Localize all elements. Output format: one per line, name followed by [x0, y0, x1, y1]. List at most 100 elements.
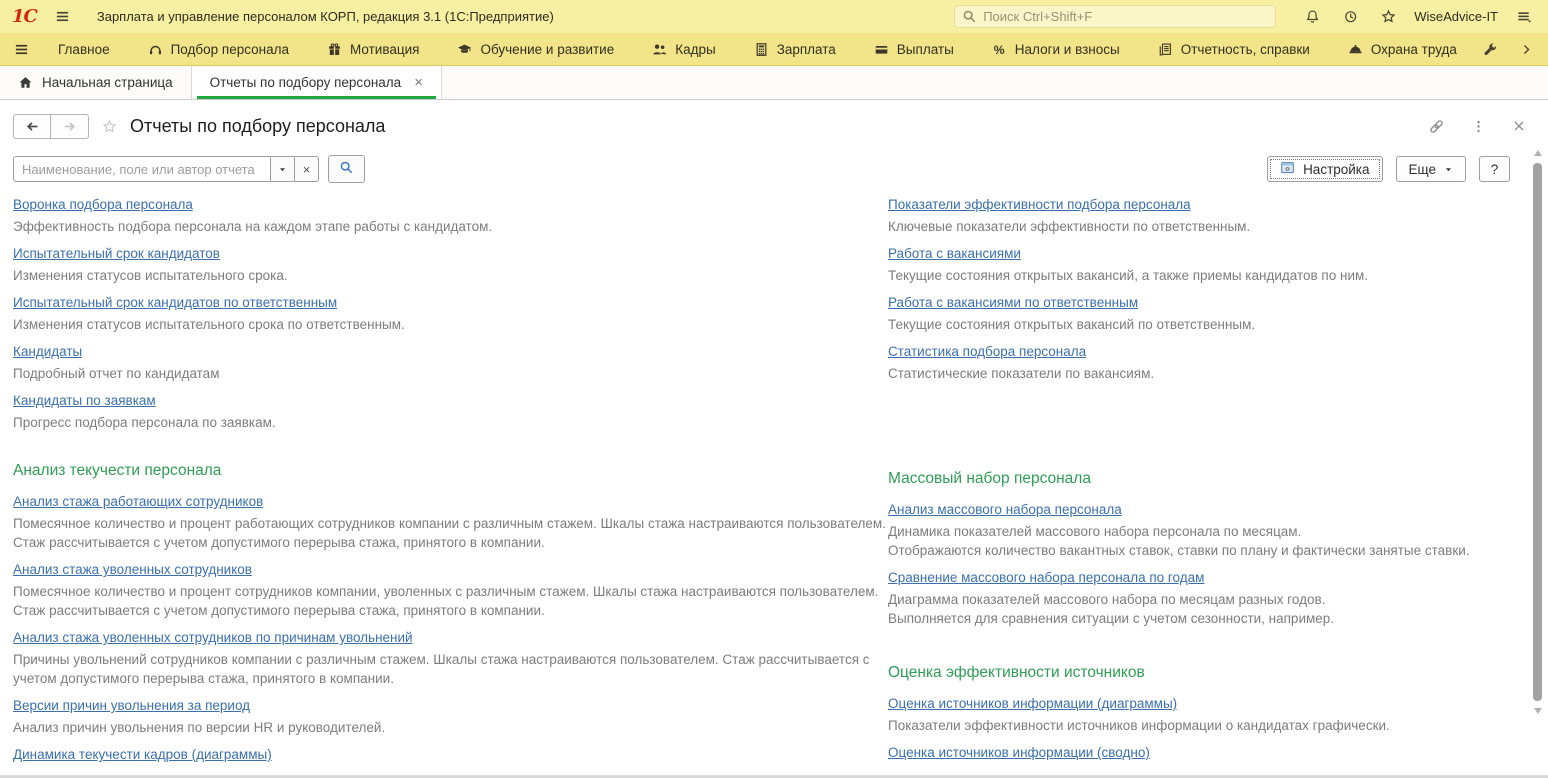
help-button[interactable]: ? — [1479, 156, 1510, 182]
report-item: Показатели эффективности подбора персона… — [888, 195, 1488, 236]
report-link[interactable]: Воронка подбора персонала — [13, 195, 193, 214]
expand-menu-icon[interactable] — [1516, 37, 1536, 61]
tab-label: Начальная страница — [42, 75, 173, 90]
search-icon — [962, 9, 977, 24]
more-actions-icon[interactable] — [1471, 119, 1486, 134]
report-link[interactable]: Кандидаты — [13, 342, 82, 361]
tab[interactable]: Начальная страница — [0, 66, 192, 99]
menubar-item[interactable]: Отчетность, справки — [1139, 33, 1329, 65]
1c-logo: 1С — [12, 5, 38, 27]
search-clear-button[interactable]: × — [295, 156, 319, 182]
menubar-item[interactable]: Главное — [39, 33, 129, 65]
close-icon[interactable] — [1512, 119, 1526, 133]
report-description: Изменения статусов испытательного срока. — [13, 268, 288, 283]
settings-button[interactable]: Настройка — [1267, 156, 1383, 182]
titlebar: 1С Зарплата и управление персоналом КОРП… — [0, 0, 1548, 33]
tabbar: Начальная страница Отчеты по подбору пер… — [0, 66, 1548, 100]
report-link[interactable]: Испытательный срок кандидатов по ответст… — [13, 293, 337, 312]
menubar-item[interactable]: Зарплата — [735, 33, 855, 65]
report-link[interactable]: Работа с вакансиями по ответственным — [888, 293, 1138, 312]
section-header: Анализ текучести персонала — [13, 462, 222, 479]
report-item: Анализ стажа уволенных сотрудников Помес… — [13, 560, 888, 620]
section-header: Оценка эффективности источников — [888, 664, 1145, 681]
menubar-item[interactable]: Выплаты — [855, 33, 973, 65]
menubar-item-label: Отчетность, справки — [1180, 41, 1310, 57]
search-button[interactable] — [328, 155, 365, 183]
main-menu-icon[interactable] — [51, 5, 75, 29]
report-link[interactable]: Сравнение массового набора персонала по … — [888, 568, 1204, 587]
notifications-icon[interactable] — [1300, 5, 1324, 29]
report-item: Версии причин увольнения за период Анали… — [13, 696, 888, 737]
scrollbar-thumb[interactable] — [1533, 163, 1542, 701]
right-column: Показатели эффективности подбора персона… — [888, 195, 1534, 772]
report-panel: Отчеты по подбору персонала × Настройка … — [0, 100, 1548, 762]
global-search[interactable] — [954, 5, 1277, 28]
add-favorite-icon[interactable] — [102, 119, 117, 134]
menubar-item-label: Налоги и взносы — [1014, 41, 1120, 57]
report-description: Подробный отчет по кандидатам — [13, 366, 220, 381]
report-item: Оценка источников информации (диаграммы)… — [888, 694, 1488, 735]
report-item: Испытательный срок кандидатов по ответст… — [13, 293, 888, 334]
vertical-scrollbar — [1533, 150, 1543, 714]
get-link-icon[interactable] — [1428, 118, 1445, 135]
favorites-icon[interactable] — [1376, 5, 1400, 29]
report-search-input[interactable] — [13, 156, 271, 182]
scroll-down-icon[interactable] — [1534, 708, 1542, 714]
report-link[interactable]: Показатели эффективности подбора персона… — [888, 195, 1191, 214]
menubar-item[interactable]: Кадры — [633, 33, 734, 65]
graduation-cap-icon — [457, 42, 472, 57]
people-icon — [652, 42, 667, 57]
menubar-item-label: Обучение и развитие — [480, 41, 615, 57]
page-title: Отчеты по подбору персонала — [130, 115, 386, 136]
report-item: Анализ массового набора персонала Динами… — [888, 500, 1488, 560]
scroll-up-icon[interactable] — [1534, 150, 1542, 156]
menubar-item[interactable]: % Налоги и взносы — [973, 33, 1139, 65]
menubar-item-label: Подбор персонала — [170, 41, 289, 57]
menubar-item-label: Главное — [58, 41, 110, 57]
report-link[interactable]: Испытательный срок кандидатов — [13, 244, 220, 263]
sections-panel-icon[interactable] — [10, 33, 39, 65]
report-link[interactable]: Анализ стажа работающих сотрудников — [13, 492, 263, 511]
report-description: Текущие состояния открытых вакансий по о… — [888, 317, 1256, 332]
report-link[interactable]: Динамика текучести кадров (диаграммы) — [13, 745, 272, 764]
chevron-down-icon — [278, 162, 287, 177]
global-search-input[interactable] — [983, 9, 1269, 24]
section-header: Массовый набор персонала — [888, 470, 1091, 487]
report-item: Сравнение массового набора персонала по … — [888, 568, 1488, 628]
user-label: WiseAdvice-IT — [1414, 9, 1498, 24]
report-item: Анализ стажа уволенных сотрудников по пр… — [13, 628, 888, 688]
menubar-item[interactable]: Обучение и развитие — [438, 33, 633, 65]
back-button[interactable] — [13, 113, 51, 139]
report-item: Кандидаты по заявкам Прогресс подбора пе… — [13, 391, 888, 432]
tab[interactable]: Отчеты по подбору персонала × — [191, 66, 442, 99]
report-link[interactable]: Кандидаты по заявкам — [13, 391, 156, 410]
menubar-item[interactable]: Охрана труда — [1329, 33, 1476, 65]
report-link[interactable]: Анализ стажа уволенных сотрудников по пр… — [13, 628, 413, 647]
tab-close-icon[interactable]: × — [414, 75, 423, 90]
report-item: Работа с вакансиями по ответственным Тек… — [888, 293, 1488, 334]
report-description: Помесячное количество и процент работающ… — [13, 516, 886, 550]
menubar-item[interactable]: Мотивация — [308, 33, 438, 65]
report-icon — [1158, 42, 1173, 57]
report-description: Причины увольнений сотрудников компании … — [13, 652, 870, 686]
forward-button[interactable] — [51, 113, 89, 139]
report-description: Диаграмма показателей массового набора п… — [888, 592, 1335, 626]
report-link[interactable]: Анализ стажа уволенных сотрудников — [13, 560, 252, 579]
more-button[interactable]: Еще — [1395, 156, 1466, 182]
report-link[interactable]: Оценка источников информации (сводно) — [888, 743, 1150, 762]
report-link[interactable]: Работа с вакансиями — [888, 244, 1021, 263]
report-description: Динамика показателей массового набора пе… — [888, 524, 1470, 558]
history-icon[interactable] — [1338, 5, 1362, 29]
menubar-item[interactable]: Подбор персонала — [129, 33, 308, 65]
report-link[interactable]: Анализ массового набора персонала — [888, 500, 1122, 519]
search-dropdown-button[interactable] — [271, 156, 295, 182]
report-columns: Воронка подбора персонала Эффективность … — [13, 195, 1534, 772]
report-description: Прогресс подбора персонала по заявкам. — [13, 415, 276, 430]
report-link[interactable]: Оценка источников информации (диаграммы) — [888, 694, 1177, 713]
report-link[interactable]: Версии причин увольнения за период — [13, 696, 250, 715]
toolbar-right: Настройка Еще ? — [1267, 156, 1534, 182]
svg-text:%: % — [993, 42, 1004, 56]
user-menu-icon[interactable] — [1512, 5, 1536, 29]
service-functions-icon[interactable] — [1480, 37, 1500, 61]
report-link[interactable]: Статистика подбора персонала — [888, 342, 1086, 361]
